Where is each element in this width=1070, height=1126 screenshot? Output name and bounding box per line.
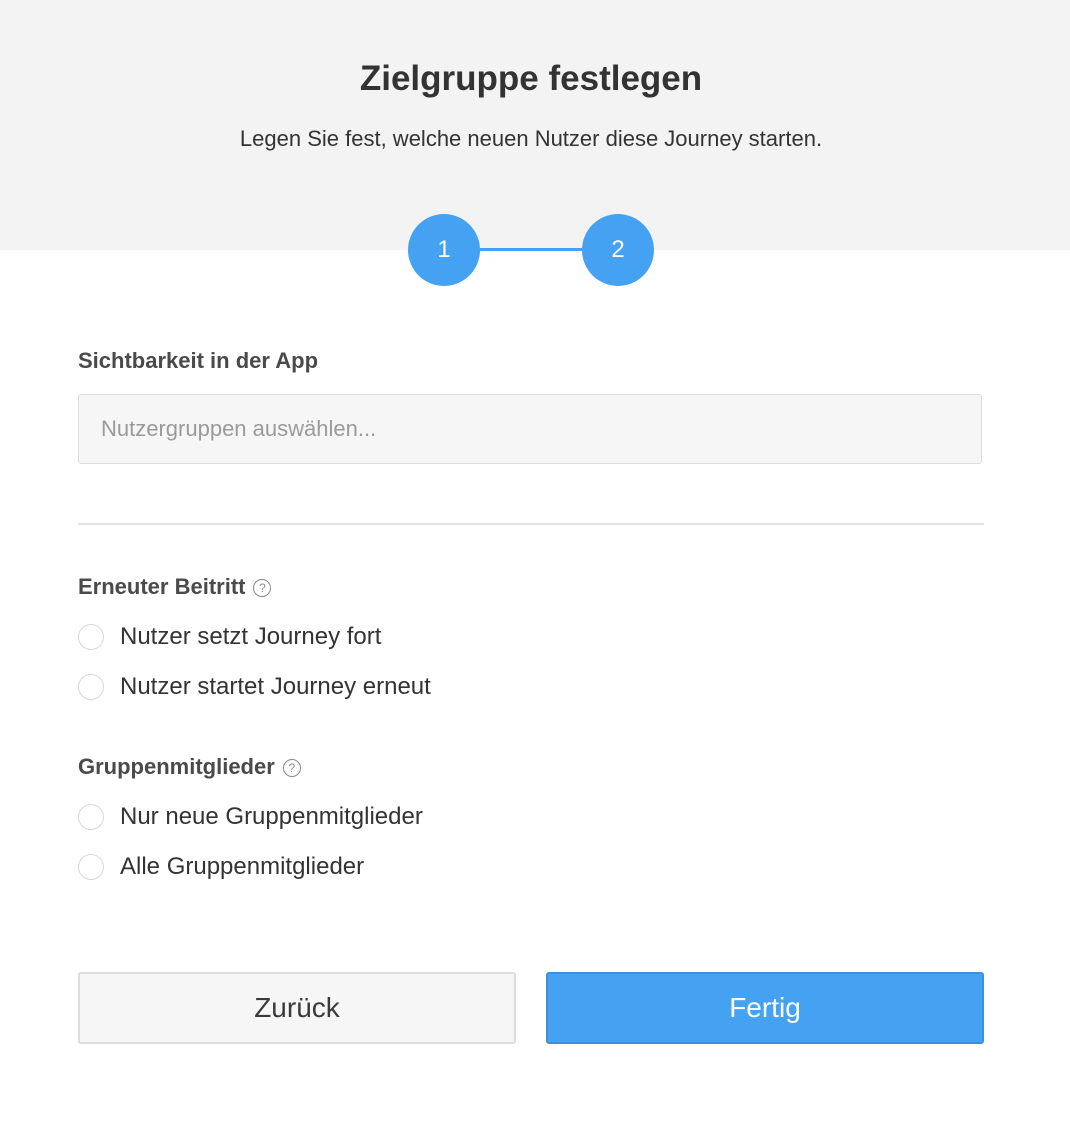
radio-label: Nutzer setzt Journey fort bbox=[120, 623, 382, 650]
page-subtitle: Legen Sie fest, welche neuen Nutzer dies… bbox=[239, 126, 823, 151]
members-option-new-only[interactable]: Nur neue Gruppenmitglieder bbox=[78, 802, 423, 832]
step-2-indicator[interactable]: 2 bbox=[582, 214, 654, 286]
radio-label: Alle Gruppenmitglieder bbox=[120, 853, 365, 880]
step-1-indicator[interactable]: 1 bbox=[408, 214, 480, 286]
members-heading: Gruppenmitglieder? bbox=[78, 752, 301, 782]
rejoin-heading: Erneuter Beitritt? bbox=[78, 572, 272, 602]
section-divider bbox=[78, 523, 984, 525]
members-option-all[interactable]: Alle Gruppenmitglieder bbox=[78, 852, 364, 882]
radio-label: Nutzer startet Journey erneut bbox=[120, 673, 431, 700]
progress-stepper: 1 2 bbox=[408, 214, 654, 286]
page-title: Zielgruppe festlegen bbox=[359, 59, 703, 98]
radio-label: Nur neue Gruppenmitglieder bbox=[120, 803, 423, 830]
members-help-icon[interactable]: ? bbox=[282, 759, 301, 777]
radio-button[interactable] bbox=[78, 674, 104, 700]
rejoin-option-restart[interactable]: Nutzer startet Journey erneut bbox=[78, 672, 431, 702]
user-groups-select[interactable] bbox=[78, 394, 982, 464]
rejoin-label: Erneuter Beitritt bbox=[78, 574, 246, 599]
radio-button[interactable] bbox=[78, 624, 104, 650]
visibility-label: Sichtbarkeit in der App bbox=[78, 348, 319, 373]
rejoin-help-icon[interactable]: ? bbox=[253, 579, 272, 597]
stepper-connector-line bbox=[468, 248, 594, 251]
members-label: Gruppenmitglieder bbox=[78, 754, 275, 779]
header-panel: Zielgruppe festlegen Legen Sie fest, wel… bbox=[0, 0, 1070, 250]
radio-button[interactable] bbox=[78, 854, 104, 880]
back-button[interactable]: Zurück bbox=[78, 972, 516, 1044]
rejoin-option-continue[interactable]: Nutzer setzt Journey fort bbox=[78, 622, 381, 652]
radio-button[interactable] bbox=[78, 804, 104, 830]
done-button[interactable]: Fertig bbox=[546, 972, 984, 1044]
